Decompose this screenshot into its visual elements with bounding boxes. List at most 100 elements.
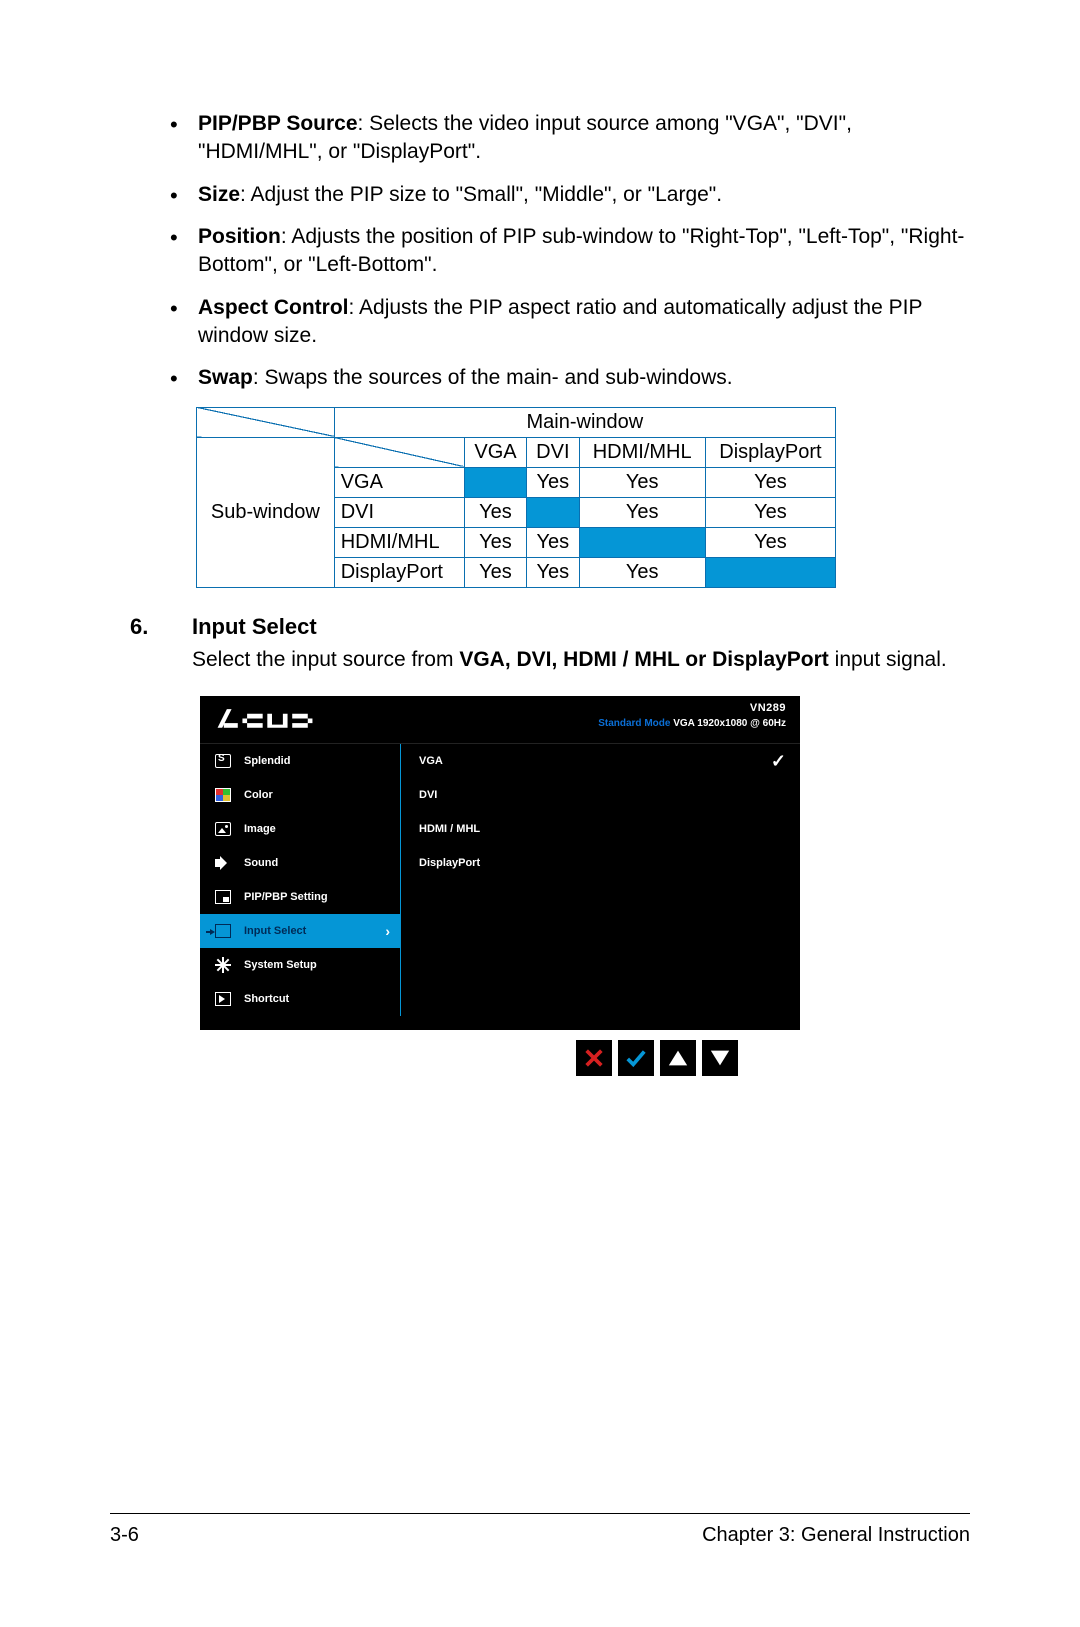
bullet-text: : Swaps the sources of the main- and sub…	[253, 366, 733, 389]
bullet-label: Position	[198, 225, 281, 248]
image-icon	[214, 820, 232, 838]
table-cell: Yes	[527, 557, 579, 587]
osd-submenu-empty	[400, 982, 800, 1016]
table-cell: Yes	[705, 467, 835, 497]
bullet-item: Swap: Swaps the sources of the main- and…	[170, 364, 970, 392]
table-row-header: DVI	[334, 497, 464, 527]
osd-menu-input-select[interactable]: Input Select ›	[200, 914, 400, 948]
osd-menu-label: Color	[244, 789, 273, 801]
triangle-up-icon	[667, 1047, 689, 1069]
check-icon	[625, 1047, 647, 1069]
osd-submenu-vga[interactable]: VGA✓	[400, 744, 800, 778]
osd-submenu-displayport[interactable]: DisplayPort	[400, 846, 800, 880]
close-button[interactable]	[576, 1040, 612, 1076]
osd-menu-label: Input Select	[244, 925, 306, 937]
settings-icon	[214, 956, 232, 974]
table-sub-label: Sub-window	[197, 437, 335, 587]
osd-controls	[200, 1040, 970, 1076]
osd-menu-label: Shortcut	[244, 993, 289, 1005]
bullet-label: Size	[198, 183, 240, 206]
bullet-label: Aspect Control	[198, 296, 349, 319]
table-cell: Yes	[527, 467, 579, 497]
table-cell: Yes	[464, 557, 526, 587]
bullet-label: PIP/PBP Source	[198, 112, 358, 135]
table-cell: Yes	[579, 467, 705, 497]
osd-menu-image[interactable]: Image	[200, 812, 400, 846]
page-number: 3-6	[110, 1524, 139, 1547]
bullet-list: PIP/PBP Source: Selects the video input …	[110, 110, 970, 393]
section-body-pre: Select the input source from	[192, 648, 459, 671]
input-icon	[214, 922, 232, 940]
sound-icon	[214, 854, 232, 872]
color-icon	[214, 786, 232, 804]
osd-submenu-dvi[interactable]: DVI	[400, 778, 800, 812]
osd-menu: Splendid Color Image Sound PIP/PBP Setti…	[200, 744, 400, 1016]
compatibility-table: Main-window Sub-window VGA DVI HDMI/MHL …	[196, 407, 836, 588]
osd-submenu-label: DisplayPort	[419, 857, 480, 869]
table-cell	[705, 557, 835, 587]
table-col-header: DVI	[527, 437, 579, 467]
osd-submenu-hdmi[interactable]: HDMI / MHL	[400, 812, 800, 846]
bullet-item: PIP/PBP Source: Selects the video input …	[170, 110, 970, 167]
table-cell	[579, 527, 705, 557]
table-cell: Yes	[705, 527, 835, 557]
table-col-header: VGA	[464, 437, 526, 467]
osd-menu-label: Image	[244, 823, 276, 835]
triangle-down-icon	[709, 1047, 731, 1069]
table-cell: Yes	[705, 497, 835, 527]
table-cell: Yes	[464, 527, 526, 557]
down-button[interactable]	[702, 1040, 738, 1076]
bullet-item: Aspect Control: Adjusts the PIP aspect r…	[170, 294, 970, 351]
pip-icon	[214, 888, 232, 906]
osd-status-res: VGA 1920x1080 @ 60Hz	[670, 718, 786, 729]
osd-submenu-label: DVI	[419, 789, 437, 801]
table-cell	[527, 497, 579, 527]
table-diag-cell	[197, 407, 335, 437]
page-footer: 3-6 Chapter 3: General Instruction	[110, 1513, 970, 1547]
table-cell: Yes	[579, 497, 705, 527]
osd-menu-label: Sound	[244, 857, 278, 869]
osd-menu-splendid[interactable]: Splendid	[200, 744, 400, 778]
bullet-label: Swap	[198, 366, 253, 389]
confirm-button[interactable]	[618, 1040, 654, 1076]
bullet-text: : Adjusts the position of PIP sub-window…	[198, 225, 964, 276]
osd-model: VN289	[750, 702, 786, 714]
osd-menu-label: System Setup	[244, 959, 317, 971]
osd-submenu-empty	[400, 914, 800, 948]
section-body-bold: VGA, DVI, HDMI / MHL or DisplayPort	[459, 648, 829, 671]
table-cell: Yes	[579, 557, 705, 587]
splendid-icon	[214, 752, 232, 770]
chevron-right-icon: ›	[385, 923, 390, 939]
osd-menu-color[interactable]: Color	[200, 778, 400, 812]
table-row-header: HDMI/MHL	[334, 527, 464, 557]
table-row-header: VGA	[334, 467, 464, 497]
table-row-header: DisplayPort	[334, 557, 464, 587]
osd-status: Standard Mode VGA 1920x1080 @ 60Hz	[598, 718, 786, 729]
up-button[interactable]	[660, 1040, 696, 1076]
bullet-item: Size: Adjust the PIP size to "Small", "M…	[170, 181, 970, 209]
table-cell: Yes	[527, 527, 579, 557]
asus-logo-icon	[216, 706, 340, 734]
osd-menu-system[interactable]: System Setup	[200, 948, 400, 982]
close-icon	[583, 1047, 605, 1069]
table-main-label: Main-window	[334, 407, 835, 437]
table-col-header: HDMI/MHL	[579, 437, 705, 467]
check-icon: ✓	[771, 752, 786, 770]
bullet-text: : Adjust the PIP size to "Small", "Middl…	[240, 183, 722, 206]
osd-menu-pip[interactable]: PIP/PBP Setting	[200, 880, 400, 914]
table-cell: Yes	[464, 497, 526, 527]
table-cell	[464, 467, 526, 497]
table-col-header: DisplayPort	[705, 437, 835, 467]
osd-submenu: VGA✓ DVI HDMI / MHL DisplayPort	[400, 744, 800, 1016]
shortcut-icon	[214, 990, 232, 1008]
osd-menu-label: PIP/PBP Setting	[244, 891, 328, 903]
osd-submenu-empty	[400, 880, 800, 914]
osd-submenu-label: HDMI / MHL	[419, 823, 480, 835]
table-diag-cell	[334, 437, 464, 467]
section-number: 6.	[130, 614, 192, 640]
osd-menu-sound[interactable]: Sound	[200, 846, 400, 880]
chapter-label: Chapter 3: General Instruction	[702, 1524, 970, 1547]
osd-status-mode: Standard Mode	[598, 718, 670, 729]
section-body: Select the input source from VGA, DVI, H…	[110, 646, 970, 674]
osd-menu-shortcut[interactable]: Shortcut	[200, 982, 400, 1016]
